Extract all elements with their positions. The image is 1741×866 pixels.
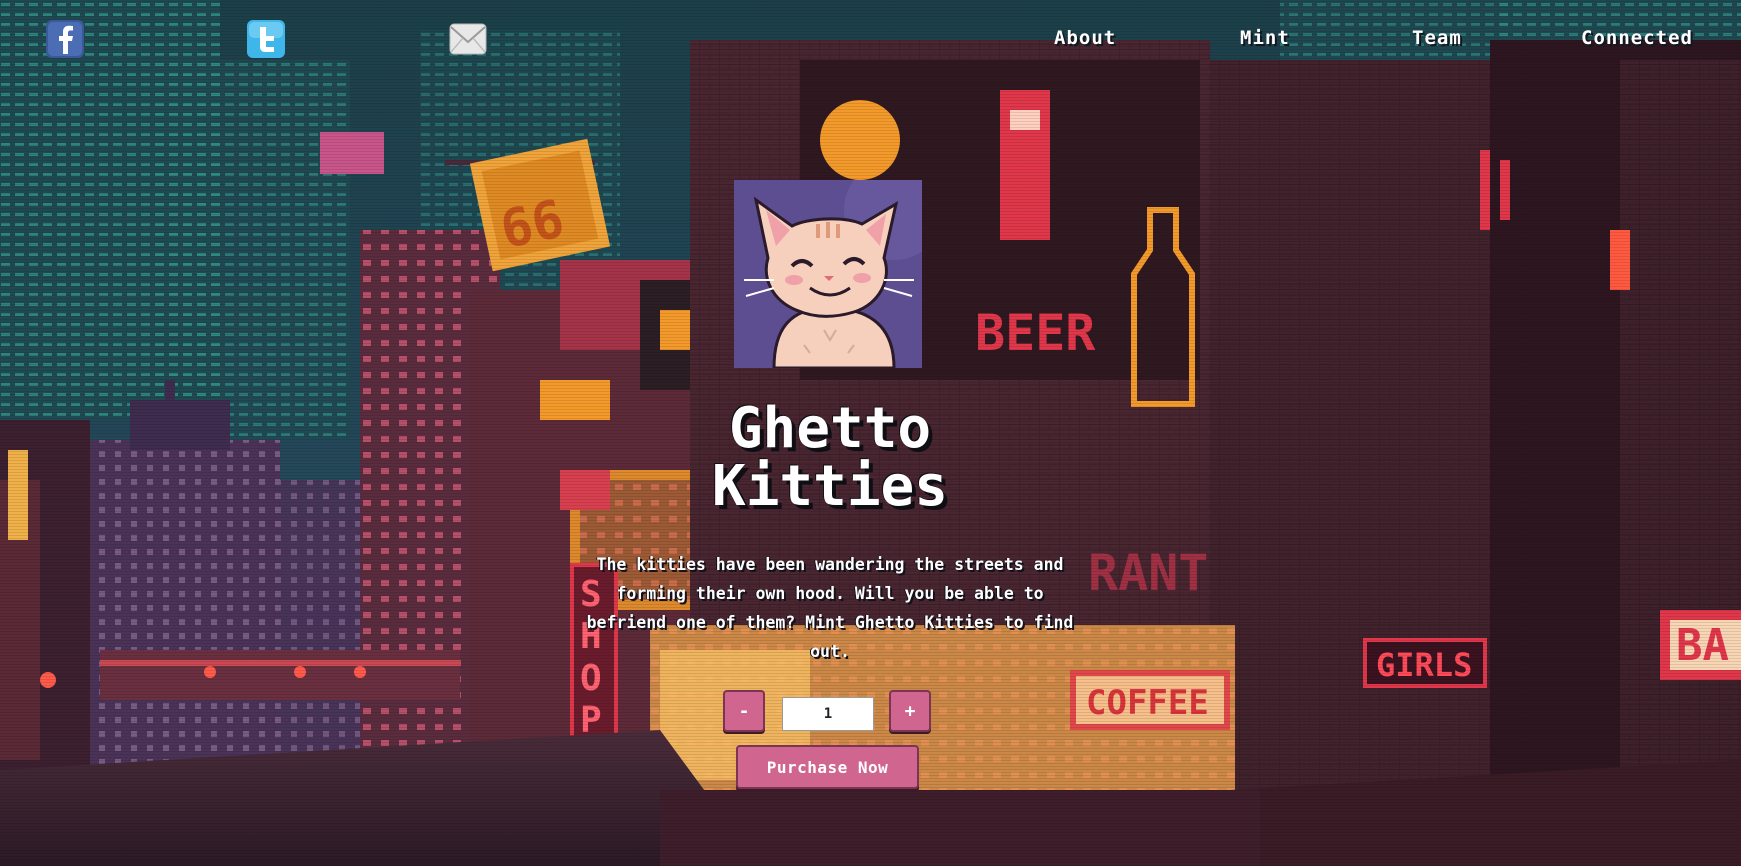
nav-connected[interactable]: Connected bbox=[1581, 27, 1693, 49]
coffee-sign: COFFEE bbox=[1086, 683, 1209, 723]
twitter-icon[interactable] bbox=[247, 20, 285, 58]
decrease-quantity-button[interactable]: - bbox=[723, 690, 765, 732]
hero-title: Ghetto Kitties bbox=[711, 396, 948, 519]
girls-sign: GIRLS bbox=[1376, 646, 1472, 684]
quantity-input[interactable] bbox=[782, 697, 874, 731]
hero-description: The kitties have been wandering the stre… bbox=[586, 555, 1074, 661]
restaurant-sign: RANT bbox=[1088, 544, 1208, 602]
facebook-icon[interactable] bbox=[46, 20, 84, 58]
nav-about[interactable]: About bbox=[1054, 27, 1116, 49]
increase-quantity-button[interactable]: + bbox=[889, 690, 931, 732]
purchase-now-button[interactable]: Purchase Now bbox=[736, 745, 919, 789]
kitty-avatar bbox=[734, 180, 922, 368]
nav-team[interactable]: Team bbox=[1412, 27, 1462, 49]
nav-mint[interactable]: Mint bbox=[1240, 27, 1290, 49]
bar-sign: BA bbox=[1676, 620, 1729, 671]
tower-sign: 66 bbox=[495, 189, 569, 261]
beer-sign: BEER bbox=[975, 304, 1096, 362]
mail-icon[interactable] bbox=[449, 20, 487, 58]
